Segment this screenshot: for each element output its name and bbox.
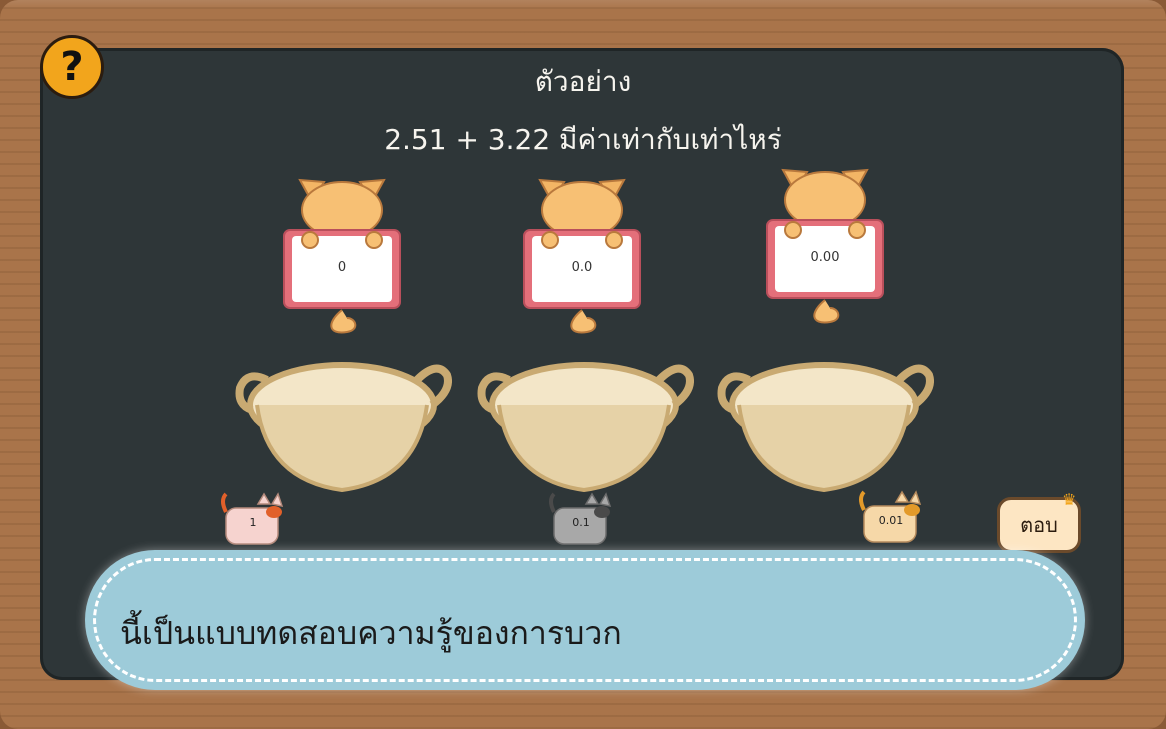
card-label: 0.0: [571, 260, 593, 275]
basket-icon: [235, 362, 452, 493]
dialog-text: นี้เป็นแบบทดสอบความรู้ของการบวก: [120, 614, 622, 652]
dialog-box: นี้เป็นแบบทดสอบความรู้ของการบวก: [85, 550, 1085, 690]
cat-icon: [523, 178, 641, 334]
token-label: 1: [249, 516, 257, 529]
basket-icon: [477, 362, 694, 493]
cat-icon: [766, 168, 884, 324]
question-text: 2.51 + 3.22 มีค่าเท่ากับเท่าไหร่: [384, 123, 782, 156]
token-cat-0-01[interactable]: 0.01: [856, 488, 926, 548]
token-label: 0.1: [572, 516, 590, 529]
answer-label: ตอบ: [1020, 513, 1058, 537]
basket-ones[interactable]: [232, 350, 452, 500]
card-label: 0: [337, 260, 347, 275]
cat-card-ones: 0: [272, 170, 412, 340]
cat-card-hundredths: 0.00: [755, 160, 895, 330]
cat-card-tenths: 0.0: [512, 170, 652, 340]
basket-hundredths[interactable]: [714, 350, 934, 500]
token-label: 0.01: [878, 514, 904, 527]
token-cat-0-1[interactable]: 0.1: [546, 490, 616, 550]
token-cat-1[interactable]: 1: [218, 490, 288, 550]
cat-icon: [283, 178, 401, 334]
card-label: 0.00: [810, 250, 840, 265]
basket-tenths[interactable]: [474, 350, 694, 500]
crown-icon: ♛: [1062, 490, 1077, 509]
page-title: ตัวอย่าง: [534, 65, 632, 98]
basket-icon: [717, 362, 934, 493]
